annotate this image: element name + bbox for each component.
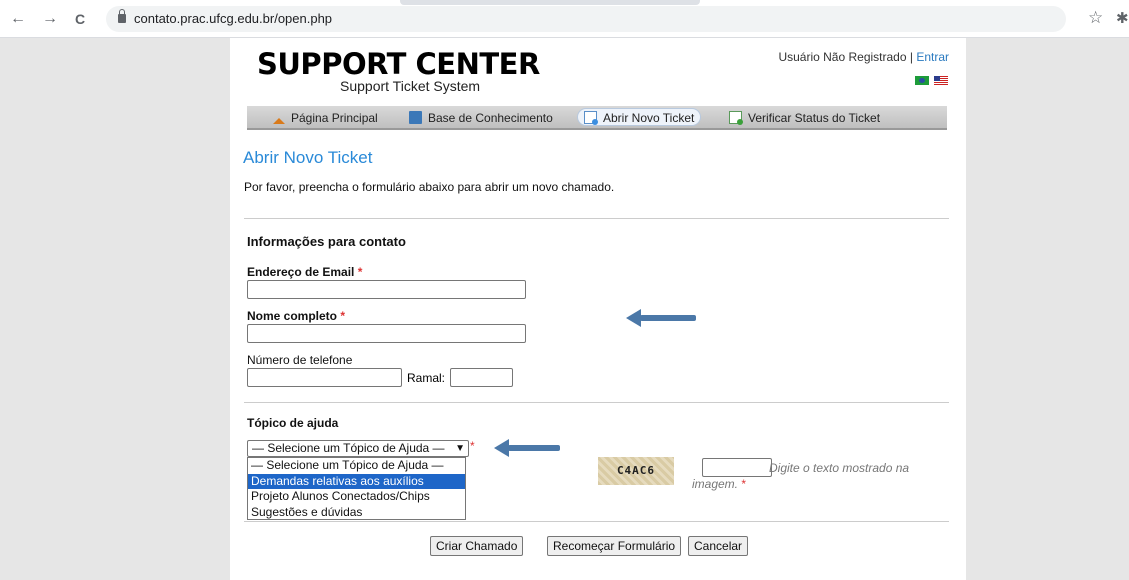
email-label: Endereço de Email *	[247, 265, 362, 279]
email-label-text: Endereço de Email	[247, 265, 355, 279]
dropdown-option-highlighted[interactable]: Demandas relativas aos auxílios	[248, 473, 465, 489]
user-status: Usuário Não Registrado | Entrar	[778, 50, 949, 64]
nav-item-knowledge-base[interactable]: Base de Conhecimento	[403, 109, 559, 127]
forward-icon[interactable]: →	[42, 9, 58, 29]
required-mark: *	[340, 309, 346, 323]
reload-icon[interactable]: C	[75, 9, 85, 29]
dropdown-option[interactable]: Sugestões e dúvidas	[248, 505, 465, 521]
contact-section-title: Informações para contato	[247, 234, 406, 249]
name-label: Nome completo *	[247, 309, 345, 323]
home-icon	[273, 118, 285, 124]
create-ticket-button[interactable]: Criar Chamado	[430, 536, 524, 556]
ramal-label: Ramal:	[407, 371, 446, 385]
nav-item-home[interactable]: Página Principal	[267, 109, 384, 127]
captcha-hint: Digite o texto mostrado na imagem. *	[692, 460, 932, 492]
chevron-down-icon: ▼	[455, 443, 465, 454]
phone-label: Número de telefone	[247, 353, 353, 367]
logo-subtitle: Support Ticket System	[340, 78, 481, 94]
main-nav: Página Principal Base de Conhecimento Ab…	[247, 106, 947, 130]
dropdown-option[interactable]: Projeto Alunos Conectados/Chips	[248, 489, 465, 505]
login-link[interactable]: Entrar	[916, 50, 949, 64]
page-container: SUPPORT CENTER Support Ticket System Usu…	[230, 38, 966, 580]
cancel-button[interactable]: Cancelar	[688, 536, 749, 556]
nav-item-ticket-status[interactable]: Verificar Status do Ticket	[723, 109, 886, 127]
extensions-icon[interactable]: ✱	[1116, 9, 1129, 27]
address-bar[interactable]: contato.prac.ufcg.edu.br/open.php	[106, 6, 1066, 32]
topic-section-title: Tópico de ajuda	[247, 416, 339, 430]
reset-form-button[interactable]: Recomeçar Formulário	[547, 536, 682, 556]
lock-icon	[118, 9, 126, 23]
status-icon	[729, 111, 743, 125]
browser-toolbar: ← → C contato.prac.ufcg.edu.br/open.php …	[0, 0, 1129, 38]
nav-item-label: Página Principal	[291, 111, 378, 125]
help-topic-selected-value: — Selecione um Tópico de Ajuda —	[252, 441, 445, 455]
book-icon	[409, 111, 422, 124]
us-flag-icon[interactable]	[934, 76, 948, 86]
required-mark: *	[741, 477, 747, 491]
annotation-arrow-icon	[626, 309, 696, 327]
name-label-text: Nome completo	[247, 309, 338, 323]
page-title: Abrir Novo Ticket	[243, 148, 373, 167]
ramal-field[interactable]	[450, 368, 513, 387]
nav-item-label: Base de Conhecimento	[428, 111, 553, 125]
phone-field[interactable]	[247, 368, 402, 387]
full-name-field[interactable]	[247, 324, 526, 343]
user-status-text: Usuário Não Registrado	[778, 50, 907, 64]
captcha-image: C4AC6	[598, 457, 674, 485]
required-mark: *	[470, 439, 475, 453]
annotation-arrow-icon	[494, 439, 560, 457]
bookmark-star-icon[interactable]: ☆	[1088, 8, 1103, 28]
dropdown-option[interactable]: — Selecione um Tópico de Ajuda —	[248, 458, 465, 474]
brazil-flag-icon[interactable]	[914, 76, 929, 86]
help-topic-dropdown: — Selecione um Tópico de Ajuda — Demanda…	[247, 457, 466, 520]
divider	[244, 218, 949, 219]
email-field[interactable]	[247, 280, 526, 299]
help-topic-select[interactable]: — Selecione um Tópico de Ajuda — ▼	[247, 440, 469, 457]
nav-item-label: Abrir Novo Ticket	[603, 111, 695, 125]
url-text[interactable]: contato.prac.ufcg.edu.br/open.php	[134, 11, 332, 26]
tab-strip-edge	[400, 0, 700, 5]
intro-text: Por favor, preencha o formulário abaixo …	[244, 180, 615, 194]
divider	[244, 521, 949, 522]
language-flags	[913, 73, 948, 87]
nav-item-new-ticket[interactable]: Abrir Novo Ticket	[577, 108, 702, 126]
new-ticket-icon	[584, 111, 598, 125]
captcha-hint-text: Digite o texto mostrado na imagem.	[692, 461, 910, 491]
logo-title: SUPPORT CENTER	[257, 47, 540, 81]
user-status-separator: |	[906, 50, 917, 64]
nav-item-label: Verificar Status do Ticket	[748, 111, 881, 125]
required-mark: *	[357, 265, 363, 279]
back-icon[interactable]: ←	[10, 9, 26, 29]
divider	[244, 402, 949, 403]
